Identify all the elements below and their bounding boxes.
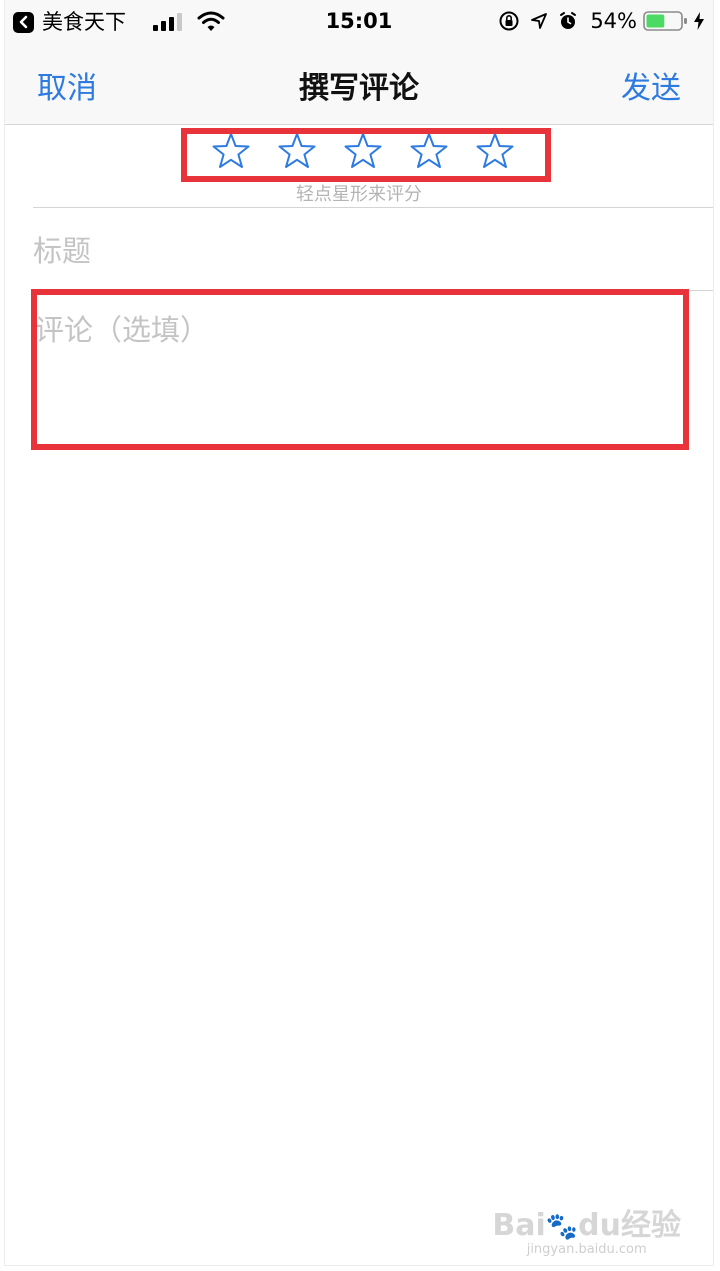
highlight-box-stars xyxy=(181,128,551,182)
paw-icon: 🐾 xyxy=(545,1212,579,1242)
status-bar: 美食天下 15:01 54% xyxy=(5,0,713,44)
send-button[interactable]: 发送 xyxy=(621,63,681,107)
highlight-box-comment xyxy=(31,289,689,450)
battery-percent: 54% xyxy=(590,9,637,33)
rating-hint: 轻点星形来评分 xyxy=(296,184,422,205)
orientation-lock-icon xyxy=(499,11,519,31)
battery-icon xyxy=(643,11,687,31)
alarm-icon xyxy=(560,12,577,29)
location-arrow-icon xyxy=(531,13,548,29)
charging-bolt-icon xyxy=(694,12,704,30)
app-screen: 美食天下 15:01 54% 取消 撰写评论 发送 轻点星形来评分 标题 评论（… xyxy=(4,0,714,1266)
watermark: Bai🐾du经验 jingyan.baidu.com xyxy=(492,1200,681,1257)
title-input[interactable]: 标题 xyxy=(33,228,91,270)
watermark-logo: Bai🐾du经验 xyxy=(492,1208,681,1243)
navigation-bar: 取消 撰写评论 发送 xyxy=(5,44,713,125)
divider xyxy=(33,207,713,208)
page-title: 撰写评论 xyxy=(299,71,419,106)
watermark-url: jingyan.baidu.com xyxy=(526,1242,647,1257)
